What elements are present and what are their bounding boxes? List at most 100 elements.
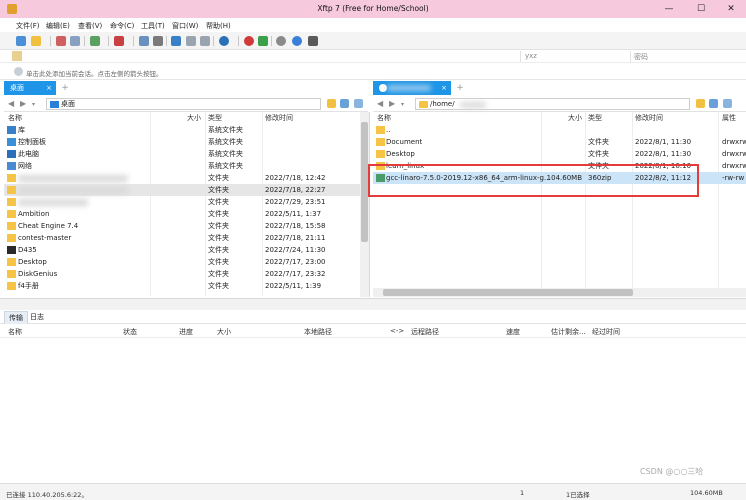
left-file-row[interactable]: D435 文件夹 2022/7/24, 11:30: [4, 244, 360, 256]
close-window-button[interactable]: ✕: [717, 2, 745, 16]
col-modified[interactable]: 修改时间: [635, 112, 663, 124]
left-vertical-scrollbar[interactable]: [360, 112, 369, 297]
file-name: Desktop: [386, 150, 415, 158]
sync-icon[interactable]: [171, 36, 181, 46]
file-type: 文件夹: [208, 234, 229, 242]
panel-splitter[interactable]: [0, 298, 746, 310]
globe-icon[interactable]: [219, 36, 229, 46]
left-refresh-icon[interactable]: [354, 99, 363, 108]
left-file-row[interactable]: 此电脑 系统文件夹: [4, 148, 360, 160]
col-type[interactable]: 类型: [588, 112, 602, 124]
session-icon: [379, 84, 387, 92]
right-file-row[interactable]: Desktop 文件夹 2022/8/1, 11:30 drwxrw: [373, 148, 746, 160]
th-speed[interactable]: 速度: [506, 327, 520, 337]
username-field[interactable]: yxz: [525, 52, 537, 60]
properties-icon[interactable]: [139, 36, 149, 46]
tab-remote[interactable]: ×: [373, 81, 451, 95]
menu-edit[interactable]: 编辑(E): [46, 21, 70, 31]
menu-help[interactable]: 帮助(H): [206, 21, 231, 31]
file-type: 系统文件夹: [208, 162, 243, 170]
reconnect-icon[interactable]: [70, 36, 80, 46]
status-objects: 1: [520, 489, 525, 497]
col-modified[interactable]: 修改时间: [265, 112, 293, 124]
col-name[interactable]: 名称: [8, 112, 22, 124]
col-name[interactable]: 名称: [377, 112, 391, 124]
menu-command[interactable]: 命令(C): [110, 21, 134, 31]
right-refresh-icon[interactable]: [723, 99, 732, 108]
left-file-row[interactable]: Cheat Engine 7.4 文件夹 2022/7/18, 15:58: [4, 220, 360, 232]
xshell-icon[interactable]: [244, 36, 254, 46]
menu-tools[interactable]: 工具(T): [141, 21, 165, 31]
col-type[interactable]: 类型: [208, 112, 222, 124]
transfer-icon[interactable]: [114, 36, 124, 46]
th-progress[interactable]: 进度: [179, 327, 193, 337]
left-file-row[interactable]: contest-master 文件夹 2022/7/18, 21:11: [4, 232, 360, 244]
left-file-row[interactable]: Desktop 文件夹 2022/7/17, 23:00: [4, 256, 360, 268]
th-size[interactable]: 大小: [217, 327, 231, 337]
menu-window[interactable]: 窗口(W): [172, 21, 198, 31]
xftp-icon[interactable]: [258, 36, 268, 46]
left-file-row[interactable]: 网络 系统文件夹: [4, 160, 360, 172]
tab-transfers[interactable]: 传输: [4, 311, 28, 324]
left-file-row[interactable]: Ambition 文件夹 2022/5/11, 1:37: [4, 208, 360, 220]
add-tab-button[interactable]: +: [455, 83, 465, 93]
up-folder-icon[interactable]: [696, 99, 705, 108]
left-file-row[interactable]: f4手册 文件夹 2022/5/11, 1:39: [4, 280, 360, 292]
back-arrow-icon[interactable]: ◀: [8, 99, 14, 108]
file-attributes: drwxrw: [722, 162, 746, 170]
col-size[interactable]: 大小: [568, 112, 582, 124]
th-status[interactable]: 状态: [123, 327, 137, 337]
left-tab-row: 桌面 × +: [4, 81, 364, 95]
maximize-button[interactable]: ☐: [687, 2, 715, 16]
col-attributes[interactable]: 属性: [722, 112, 736, 124]
gear-icon[interactable]: [276, 36, 286, 46]
menu-view[interactable]: 查看(V): [78, 21, 102, 31]
new-folder-icon[interactable]: [90, 36, 100, 46]
up-folder-icon[interactable]: [327, 99, 336, 108]
right-file-row[interactable]: ..: [373, 124, 746, 136]
left-file-row[interactable]: 文件夹 2022/7/29, 23:51: [4, 196, 360, 208]
open-folder-icon[interactable]: [31, 36, 41, 46]
file-modified: 2022/7/24, 11:30: [265, 246, 326, 254]
left-options-icon[interactable]: [340, 99, 349, 108]
delete-icon[interactable]: [153, 36, 163, 46]
tab-log[interactable]: 日志: [30, 311, 44, 324]
left-file-row[interactable]: DiskGenius 文件夹 2022/7/17, 23:32: [4, 268, 360, 280]
th-remote-path[interactable]: 远程路径: [411, 327, 439, 337]
address-bar: yxz 密码: [0, 50, 746, 63]
tab-desktop[interactable]: 桌面 ×: [4, 81, 56, 95]
right-horizontal-scrollbar[interactable]: [373, 288, 746, 297]
add-tab-button[interactable]: +: [60, 83, 70, 93]
left-file-row[interactable]: 文件夹 2022/7/18, 22:27: [4, 184, 360, 196]
left-file-row[interactable]: 库 系统文件夹: [4, 124, 360, 136]
file-type: 文件夹: [208, 186, 229, 194]
password-field[interactable]: 密码: [634, 52, 648, 62]
right-options-icon[interactable]: [709, 99, 718, 108]
th-eta[interactable]: 估计剩余...: [551, 327, 586, 337]
left-file-row[interactable]: 文件夹 2022/7/18, 12:42: [4, 172, 360, 184]
paste-icon[interactable]: [200, 36, 210, 46]
forward-arrow-icon[interactable]: ▶: [20, 99, 26, 108]
forward-arrow-icon[interactable]: ▶: [389, 99, 395, 108]
right-file-row[interactable]: Document 文件夹 2022/8/1, 11:30 drwxrw: [373, 136, 746, 148]
back-arrow-icon[interactable]: ◀: [377, 99, 383, 108]
help-icon[interactable]: [292, 36, 302, 46]
th-direction[interactable]: <->: [390, 327, 404, 335]
left-file-row[interactable]: 控制面板 系统文件夹: [4, 136, 360, 148]
history-dropdown-icon[interactable]: ▾: [32, 101, 35, 108]
col-size[interactable]: 大小: [187, 112, 201, 124]
tab-close-icon[interactable]: ×: [441, 81, 447, 95]
disconnect-icon[interactable]: [56, 36, 66, 46]
right-path-input[interactable]: /home/: [415, 98, 690, 110]
th-local-path[interactable]: 本地路径: [304, 327, 332, 337]
screen-icon[interactable]: [308, 36, 318, 46]
minimize-button[interactable]: —: [655, 2, 683, 16]
menu-file[interactable]: 文件(F): [16, 21, 40, 31]
th-name[interactable]: 名称: [8, 327, 22, 337]
tab-close-icon[interactable]: ×: [46, 81, 52, 95]
new-session-icon[interactable]: [16, 36, 26, 46]
copy-icon[interactable]: [186, 36, 196, 46]
history-dropdown-icon[interactable]: ▾: [401, 101, 404, 108]
th-elapsed[interactable]: 经过时间: [592, 327, 620, 337]
left-path-input[interactable]: 桌面: [46, 98, 321, 110]
